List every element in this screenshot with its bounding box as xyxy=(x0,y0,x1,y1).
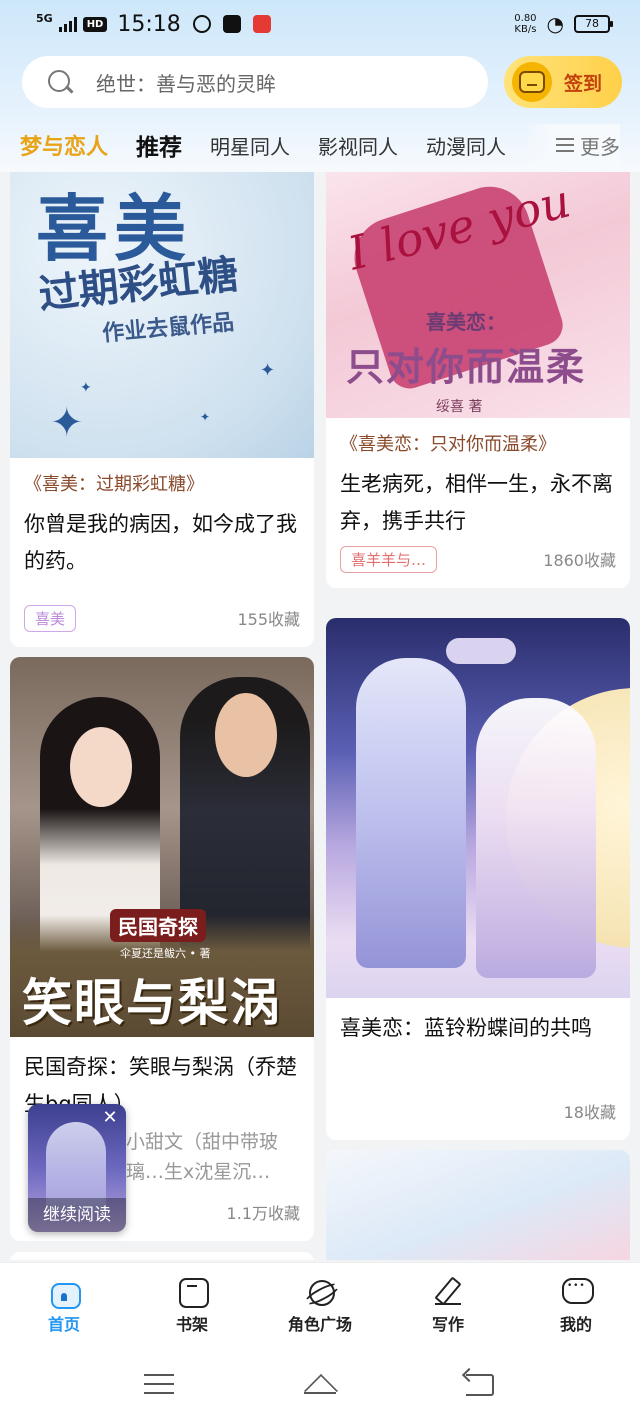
story-card[interactable]: I love you 喜美恋： 只对你而温柔 绥喜 著 《喜美恋：只对你而温柔》… xyxy=(326,172,630,588)
checkin-icon xyxy=(512,62,552,102)
story-cover: 喜美 过期彩虹糖 作业去鼠作品 ✦ ✦ ✦ ✦ xyxy=(10,172,314,458)
more-label: 更多 xyxy=(580,134,620,159)
search-row: 绝世：善与恶的灵眸 签到 xyxy=(22,56,622,108)
back-icon[interactable] xyxy=(464,1370,496,1398)
wifi-icon: ◔ xyxy=(546,12,564,36)
story-cover: I love you 喜美恋： 只对你而温柔 绥喜 著 xyxy=(326,172,630,418)
story-feed[interactable]: 喜美 过期彩虹糖 作业去鼠作品 ✦ ✦ ✦ ✦ 《喜美：过期彩虹糖》 你曾是我的… xyxy=(0,172,640,1260)
checkin-label: 签到 xyxy=(564,72,603,95)
favorites-count: 1.1万收藏 xyxy=(226,1204,300,1223)
nav-mine[interactable]: 我的 xyxy=(521,1275,631,1335)
tab-dream-lover[interactable]: 梦与恋人 xyxy=(20,129,108,161)
system-navigation-bar xyxy=(0,1346,640,1422)
planet-icon xyxy=(304,1275,336,1307)
bookshelf-icon xyxy=(176,1275,209,1308)
story-tag[interactable]: 喜羊羊与… xyxy=(340,545,438,573)
nav-bookshelf[interactable]: 书架 xyxy=(137,1275,247,1335)
story-card[interactable] xyxy=(10,1252,314,1260)
story-excerpt: 生老病死，相伴一生，永不离弃，携手共行 xyxy=(340,472,613,533)
continue-reading-widget[interactable]: ✕ 继续阅读 xyxy=(28,1104,126,1232)
search-icon xyxy=(46,68,74,96)
tab-recommend[interactable]: 推荐 xyxy=(136,128,182,162)
book-title: 《喜美恋：只对你而温柔》 xyxy=(340,434,556,455)
story-tag[interactable]: 喜美 xyxy=(24,604,77,632)
tab-celebrity[interactable]: 明星同人 xyxy=(210,131,290,160)
battery-icon: 78 xyxy=(574,15,613,33)
recent-apps-icon[interactable] xyxy=(144,1370,176,1398)
menu-icon xyxy=(556,138,574,152)
continue-reading-label: 继续阅读 xyxy=(28,1198,126,1232)
story-excerpt: 你曾是我的病因，如今成了我的药。 xyxy=(24,512,297,573)
story-card[interactable]: 喜美 过期彩虹糖 作业去鼠作品 ✦ ✦ ✦ ✦ 《喜美：过期彩虹糖》 你曾是我的… xyxy=(10,172,314,647)
home-button-icon[interactable] xyxy=(304,1370,336,1398)
status-bar: 5G HD 15:18 0.80 KB/s ◔ 78 xyxy=(0,0,640,48)
favorites-count: 1860收藏 xyxy=(543,551,616,570)
shop-app-icon xyxy=(252,15,271,33)
story-cover xyxy=(326,618,630,998)
home-icon xyxy=(48,1275,81,1309)
message-icon xyxy=(560,1275,594,1307)
book-title: 《喜美：过期彩虹糖》 xyxy=(24,474,204,495)
pen-icon xyxy=(432,1275,464,1307)
signal-icon xyxy=(58,16,77,32)
network-speed: 0.80 KB/s xyxy=(514,13,537,35)
app-notification-icon xyxy=(192,15,211,33)
video-app-icon xyxy=(222,15,241,33)
story-cover: 民国奇探 伞夏还是鲅六 • 著 笑眼与梨涡 xyxy=(10,657,314,1037)
clock: 15:18 xyxy=(117,11,181,37)
nav-home[interactable]: 首页 xyxy=(9,1275,119,1335)
favorites-count: 155收藏 xyxy=(237,610,300,629)
category-tabs: 梦与恋人 推荐 明星同人 影视同人 动漫同人 更多 xyxy=(20,124,620,166)
story-cover xyxy=(326,1150,630,1260)
network-type: 5G xyxy=(36,11,53,25)
story-title: 喜美恋：蓝铃粉蝶间的共鸣 xyxy=(340,1016,592,1040)
close-icon[interactable]: ✕ xyxy=(100,1108,120,1128)
favorites-count: 18收藏 xyxy=(563,1103,616,1122)
more-tabs-button[interactable]: 更多 xyxy=(528,124,620,166)
nav-character-square[interactable]: 角色广场 xyxy=(265,1275,375,1335)
bottom-navigation: 首页 书架 角色广场 写作 我的 xyxy=(0,1262,640,1346)
hd-badge: HD xyxy=(82,16,108,32)
story-card[interactable] xyxy=(326,1150,630,1260)
tab-anime[interactable]: 动漫同人 xyxy=(426,131,506,160)
checkin-button[interactable]: 签到 xyxy=(504,56,622,108)
tab-film[interactable]: 影视同人 xyxy=(318,131,398,160)
nav-write[interactable]: 写作 xyxy=(393,1275,503,1335)
search-placeholder: 绝世：善与恶的灵眸 xyxy=(96,71,276,96)
search-input[interactable]: 绝世：善与恶的灵眸 xyxy=(22,56,488,108)
story-card[interactable]: 喜美恋：蓝铃粉蝶间的共鸣 18收藏 xyxy=(326,618,630,1140)
